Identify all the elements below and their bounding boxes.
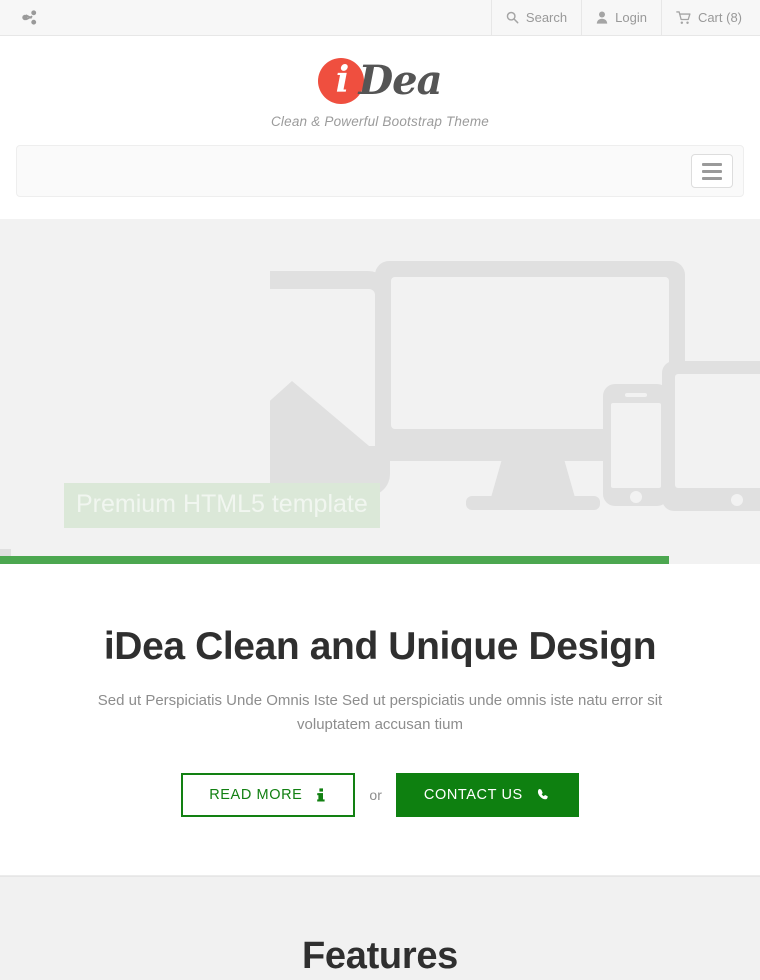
cta-actions: READ MORE or CONTACT US xyxy=(30,772,730,818)
top-bar: Search Login Cart (8) xyxy=(0,0,760,36)
hero-slider: Premium HTML5 template 100% Responsive B… xyxy=(0,219,760,564)
contact-us-button[interactable]: CONTACT US xyxy=(395,772,579,818)
hamburger-bar-3 xyxy=(702,176,722,180)
info-icon xyxy=(316,788,327,802)
contact-us-label: CONTACT US xyxy=(423,786,523,803)
responsive-devices-illustration xyxy=(270,241,760,511)
top-bar-links: Search Login Cart (8) xyxy=(490,0,744,36)
hamburger-bar-1 xyxy=(702,162,722,166)
search-icon xyxy=(506,11,519,24)
read-more-label: READ MORE xyxy=(209,786,303,803)
top-bar-left xyxy=(16,5,42,31)
page-title: iDea Clean and Unique Design xyxy=(103,625,657,668)
user-icon xyxy=(596,11,608,24)
hero-headline-badge: Premium HTML5 template xyxy=(64,483,380,528)
cta-subtext: Sed ut Perspiciatis Unde Omnis Iste Sed … xyxy=(97,691,663,733)
topbar-link-cart[interactable]: Cart (8) xyxy=(660,0,744,36)
site-logo[interactable]: i Dea xyxy=(318,57,443,104)
read-more-button[interactable]: READ MORE xyxy=(181,772,356,818)
phone-icon xyxy=(537,788,551,802)
site-tagline: Clean & Powerful Bootstrap Theme xyxy=(270,114,489,129)
brand-header: i Dea Clean & Powerful Bootstrap Theme xyxy=(0,36,760,145)
features-section: Features xyxy=(0,876,760,980)
topbar-link-login-label: Login xyxy=(615,10,647,25)
navbar-container xyxy=(0,145,760,197)
topbar-link-search-label: Search xyxy=(525,10,568,25)
features-heading: Features xyxy=(301,935,458,978)
logo-wordmark: Dea xyxy=(358,57,442,104)
main-navbar xyxy=(16,145,744,197)
cta-section: iDea Clean and Unique Design Sed ut Pers… xyxy=(0,564,760,877)
topbar-link-cart-label: Cart (8) xyxy=(697,10,742,25)
topbar-link-login[interactable]: Login xyxy=(581,0,661,36)
hero-progress-bar xyxy=(0,556,760,564)
hamburger-bar-2 xyxy=(702,169,722,173)
logo-letter-i: i xyxy=(335,59,350,101)
hamburger-icon[interactable] xyxy=(691,154,733,188)
cta-separator: or xyxy=(369,787,382,804)
cart-icon xyxy=(676,10,691,25)
share-icon[interactable] xyxy=(16,5,42,31)
topbar-link-search[interactable]: Search xyxy=(490,0,581,36)
hero-progress-fill xyxy=(0,556,669,564)
